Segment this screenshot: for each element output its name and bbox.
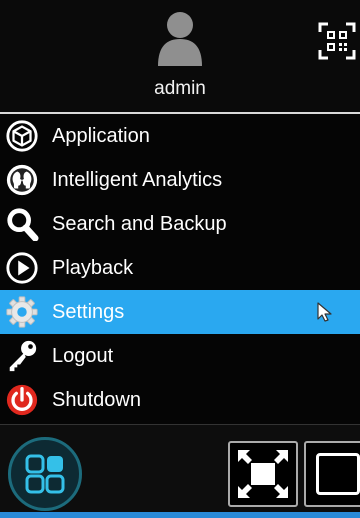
gear-icon xyxy=(0,290,44,334)
user-avatar-icon xyxy=(158,12,202,66)
window-icon xyxy=(316,453,360,495)
home-grid-button[interactable] xyxy=(8,437,82,511)
window-button[interactable] xyxy=(304,441,360,507)
bottom-toolbar xyxy=(0,424,360,518)
menu-label-application: Application xyxy=(52,124,150,147)
menu-item-playback[interactable]: Playback xyxy=(0,246,360,290)
menu-label-shutdown: Shutdown xyxy=(52,388,141,411)
menu-item-application[interactable]: Application xyxy=(0,114,360,158)
qr-code-icon[interactable] xyxy=(318,22,356,60)
main-menu-list: Application Intelligent Analytics Search… xyxy=(0,114,360,422)
bottom-accent-bar xyxy=(0,512,360,518)
mouse-cursor-icon xyxy=(317,302,332,322)
face-analytics-icon xyxy=(0,158,44,202)
magnifier-icon xyxy=(0,202,44,246)
menu-label-settings: Settings xyxy=(52,300,125,323)
user-header: admin xyxy=(0,0,360,112)
menu-item-logout[interactable]: Logout xyxy=(0,334,360,378)
cube-icon xyxy=(0,114,44,158)
key-icon xyxy=(0,334,44,378)
fullscreen-button[interactable] xyxy=(228,441,298,507)
menu-label-intelligent-analytics: Intelligent Analytics xyxy=(52,168,223,191)
menu-label-logout: Logout xyxy=(52,344,114,367)
main-menu-panel: admin Application Intelligent Analytics … xyxy=(0,0,360,518)
username-label: admin xyxy=(154,78,206,99)
menu-label-search-and-backup: Search and Backup xyxy=(52,212,227,235)
menu-item-intelligent-analytics[interactable]: Intelligent Analytics xyxy=(0,158,360,202)
play-circle-icon xyxy=(0,246,44,290)
grid-home-icon xyxy=(25,454,65,494)
power-icon xyxy=(0,378,44,422)
menu-item-search-and-backup[interactable]: Search and Backup xyxy=(0,202,360,246)
menu-item-shutdown[interactable]: Shutdown xyxy=(0,378,360,422)
menu-item-settings[interactable]: Settings xyxy=(0,290,360,334)
fullscreen-icon xyxy=(238,450,288,498)
menu-label-playback: Playback xyxy=(52,256,134,279)
